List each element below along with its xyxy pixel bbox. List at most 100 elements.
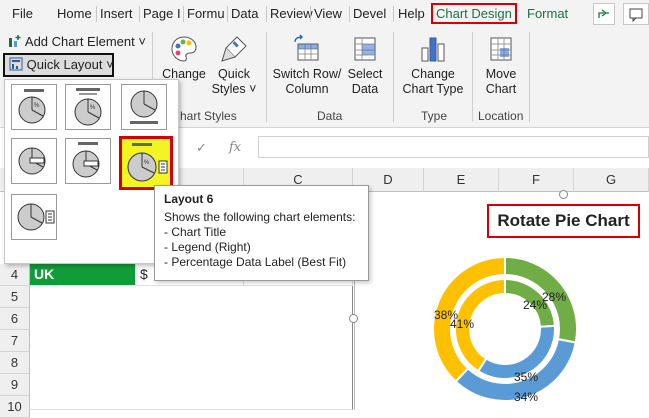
tab-chart-design[interactable]: Chart Design	[431, 3, 517, 24]
move-chart-icon	[490, 37, 512, 61]
add-chart-element-label: Add Chart Element ˅	[24, 34, 146, 49]
data-label-inner-1[interactable]: 24%	[523, 298, 547, 312]
formula-input[interactable]	[258, 136, 649, 158]
type-group-label: Type	[421, 109, 448, 123]
tab-divider	[227, 6, 228, 22]
column-header-f[interactable]: F	[499, 168, 574, 192]
row-header-6[interactable]: 6	[0, 308, 30, 330]
cell-uk[interactable]: UK	[30, 264, 136, 286]
change-chart-type-icon	[421, 37, 445, 62]
row-header-10[interactable]: 10	[0, 396, 30, 418]
change-type-label-1: Change	[411, 67, 455, 81]
layout-6-thumb[interactable]: %	[119, 136, 173, 190]
switch-row-label-1: Switch Row/	[272, 67, 342, 81]
row-header-9[interactable]: 9	[0, 374, 30, 396]
data-label-inner-2[interactable]: 35%	[514, 370, 538, 384]
insert-function-icon[interactable]: fx	[229, 140, 241, 155]
chart-resize-handle-left[interactable]	[349, 314, 358, 323]
svg-text:%: %	[144, 160, 150, 166]
group-divider	[266, 32, 267, 122]
tab-page-layout[interactable]: Page I	[143, 6, 181, 21]
tab-home[interactable]: Home	[57, 6, 92, 21]
chart-title[interactable]: Rotate Pie Chart	[487, 204, 640, 238]
tooltip-item: - Chart Title	[164, 225, 227, 239]
tab-file[interactable]: File	[12, 6, 33, 21]
row-header-8[interactable]: 8	[0, 352, 30, 374]
change-type-label-2: Chart Type	[402, 82, 464, 96]
layout-7-thumb[interactable]	[11, 194, 57, 240]
tab-divider	[393, 6, 394, 22]
layout-6-icon: %	[127, 143, 168, 182]
quick-styles-label-2: Styles ˅	[211, 82, 257, 96]
comment-icon	[629, 8, 643, 23]
svg-text:%: %	[90, 105, 96, 111]
cell-range[interactable]	[30, 286, 353, 410]
column-header-e[interactable]: E	[424, 168, 499, 192]
tooltip-item: - Percentage Data Label (Best Fit)	[164, 255, 347, 269]
enter-check-icon[interactable]: ✓	[196, 140, 207, 156]
group-divider	[529, 32, 530, 122]
tooltip-item: - Legend (Right)	[164, 240, 251, 254]
change-chart-type-button[interactable]: Change Chart Type	[400, 34, 466, 97]
tab-divider	[139, 6, 140, 22]
quick-layout-icon	[9, 57, 23, 71]
tab-divider	[349, 6, 350, 22]
switch-row-column-button[interactable]: Switch Row/ Column	[271, 34, 343, 97]
location-group-label: Location	[478, 109, 524, 123]
layout-4-icon	[18, 147, 46, 175]
tab-divider	[266, 6, 267, 22]
select-data-icon	[354, 37, 376, 61]
select-data-button[interactable]: Select Data	[343, 34, 387, 97]
quick-layout-button[interactable]: Quick Layout ˅	[3, 53, 114, 77]
data-group-label: Data	[317, 109, 343, 123]
data-label-inner-3[interactable]: 41%	[450, 317, 474, 331]
tab-format[interactable]: Format	[527, 6, 568, 21]
svg-text:%: %	[34, 103, 40, 109]
switch-row-label-2: Column	[285, 82, 329, 96]
quick-styles-button[interactable]: Quick Styles ˅	[210, 34, 258, 97]
tab-insert[interactable]: Insert	[100, 6, 133, 21]
tab-divider	[310, 6, 311, 22]
switch-row-column-icon	[294, 34, 319, 61]
data-label-outer-2[interactable]: 34%	[514, 390, 538, 404]
brush-icon	[221, 36, 247, 62]
row-header-5[interactable]: 5	[0, 286, 30, 308]
tab-divider	[183, 6, 184, 22]
select-data-label-1: Select	[347, 67, 383, 81]
layout-2-thumb[interactable]: %	[65, 84, 111, 130]
quick-layout-gallery: % % %	[4, 79, 179, 264]
row-header-7[interactable]: 7	[0, 330, 30, 352]
tab-view[interactable]: View	[314, 6, 342, 21]
layout-3-thumb[interactable]	[121, 84, 167, 130]
comments-button[interactable]	[623, 3, 649, 25]
layout-1-icon: %	[18, 89, 46, 124]
quick-layout-label: Quick Layout ˅	[26, 57, 114, 72]
layout-5-thumb[interactable]	[65, 138, 111, 184]
tab-divider	[96, 6, 97, 22]
layout-7-icon	[17, 203, 55, 231]
layout-tooltip: Layout 6 Shows the following chart eleme…	[154, 185, 369, 281]
move-chart-button[interactable]: Move Chart	[478, 34, 524, 97]
tab-developer[interactable]: Devel	[353, 6, 386, 21]
tab-help[interactable]: Help	[398, 6, 425, 21]
tab-review[interactable]: Review	[270, 6, 313, 21]
chart-resize-handle-top[interactable]	[559, 190, 568, 199]
ribbon-tabs: File Home Insert Page I Formu Data Revie…	[0, 0, 649, 28]
tab-formulas[interactable]: Formu	[187, 6, 225, 21]
tooltip-title: Layout 6	[164, 192, 214, 206]
layout-1-thumb[interactable]: %	[11, 84, 57, 130]
move-chart-label-1: Move	[485, 67, 517, 81]
layout-4-thumb[interactable]	[11, 138, 57, 184]
tab-data[interactable]: Data	[231, 6, 258, 21]
layout-3-icon	[130, 90, 158, 124]
share-icon	[598, 9, 609, 18]
layout-5-icon	[72, 142, 100, 178]
chart-styles-group-label: hart Styles	[180, 109, 237, 123]
change-colors-button[interactable]: Change	[158, 34, 210, 82]
share-button[interactable]	[593, 3, 615, 25]
column-header-g[interactable]: G	[574, 168, 649, 192]
group-divider	[472, 32, 473, 122]
group-divider	[393, 32, 394, 122]
add-chart-element-button[interactable]: Add Chart Element ˅	[8, 34, 146, 49]
row-header-4[interactable]: 4	[0, 264, 30, 286]
